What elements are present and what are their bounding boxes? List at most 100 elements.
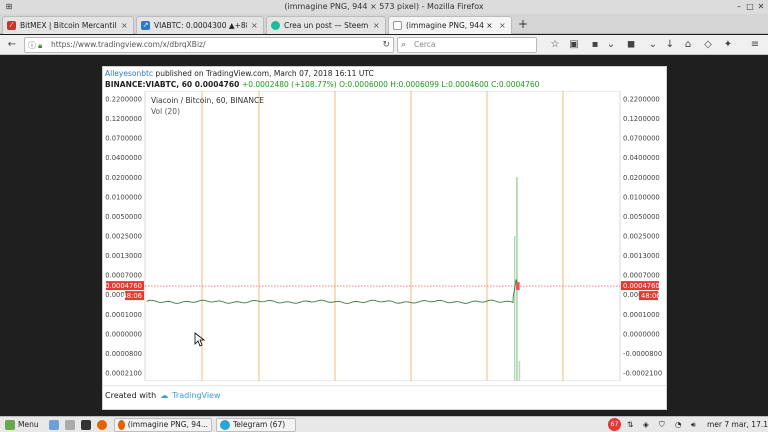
y-tick-label-left: 0.0100000 bbox=[105, 193, 142, 201]
y-tick-label-right: -0.0000800 bbox=[623, 350, 662, 358]
plot-area bbox=[144, 91, 621, 381]
y-tick-label-left: 0.2200000 bbox=[105, 96, 142, 104]
tab-label: Crea un post — Steemit bbox=[284, 21, 369, 30]
back-icon[interactable]: ← bbox=[5, 38, 19, 52]
extension-icon[interactable]: ✦ bbox=[721, 38, 735, 52]
taskbar-window-label: Telegram (67) bbox=[233, 420, 286, 429]
tradingview-icon: ↗ bbox=[141, 21, 150, 30]
home-icon[interactable]: ⌂ bbox=[681, 38, 695, 52]
close-window-icon[interactable]: ✕ bbox=[756, 2, 766, 12]
dropdown-icon[interactable]: ⌄ bbox=[604, 38, 618, 52]
tab-image[interactable]: (immagine PNG, 944 × 573 × bbox=[388, 16, 512, 34]
y-tick-label-left: 0.0001000 bbox=[105, 311, 142, 319]
tab-label: BitMEX | Bitcoin Mercantile bbox=[20, 21, 117, 30]
firefox-launcher-icon[interactable] bbox=[94, 418, 110, 432]
y-tick-label-right: 0.0700000 bbox=[623, 135, 660, 143]
symbol-line: BINANCE:VIABTC, 60 0.0004760 bbox=[105, 80, 242, 89]
clipboard-icon[interactable]: ▣ bbox=[567, 38, 581, 52]
telegram-icon bbox=[220, 420, 230, 430]
pocket-icon[interactable]: ◇ bbox=[701, 38, 715, 52]
image-icon bbox=[393, 21, 402, 30]
tab-bar: ⁄ BitMEX | Bitcoin Mercantile × ↗ VIABTC… bbox=[0, 14, 768, 34]
tab-label: (immagine PNG, 944 × 573 bbox=[406, 21, 495, 30]
lock-icon[interactable]: 🔒︎ bbox=[38, 39, 42, 53]
close-tab-icon[interactable]: × bbox=[121, 21, 129, 30]
bookmark-star-icon[interactable]: ☆ bbox=[548, 38, 562, 52]
y-tick-label-left: 0.0700000 bbox=[105, 135, 142, 143]
pdf-icon[interactable]: ◼ bbox=[624, 38, 638, 52]
chart-title: Viacoin / Bitcoin, 60, BINANCE bbox=[151, 96, 264, 105]
save-icon[interactable]: ▪ bbox=[588, 38, 602, 52]
security-icon[interactable]: ⛉ bbox=[656, 418, 668, 432]
minimize-icon[interactable]: – bbox=[734, 2, 744, 12]
y-tick-label-right: 0.0050000 bbox=[623, 213, 660, 221]
y-tick-label-right: 0.1200000 bbox=[623, 115, 660, 123]
wifi-icon[interactable]: ◔ bbox=[672, 418, 685, 432]
download-icon[interactable]: ↓ bbox=[663, 38, 677, 52]
y-tick-label-left: 0.0400000 bbox=[105, 154, 142, 162]
author-link[interactable]: Alleyesonbtc bbox=[105, 69, 153, 78]
countdown-label: 48:06 bbox=[122, 292, 142, 300]
created-with-label: Created with bbox=[105, 391, 157, 400]
network-icon[interactable]: ⇅ bbox=[624, 418, 636, 432]
info-icon[interactable]: ⓘ bbox=[28, 39, 36, 53]
start-menu-button[interactable]: Menu bbox=[2, 418, 42, 432]
search-placeholder: Cerca bbox=[414, 40, 436, 49]
volume-bar bbox=[518, 361, 521, 381]
y-tick-label-right: 0.0400000 bbox=[623, 154, 660, 162]
mint-logo-icon bbox=[5, 420, 15, 430]
menu-label: Menu bbox=[18, 420, 39, 429]
countdown-label: 48:06 bbox=[641, 292, 661, 300]
y-tick-label-right: -0.0002100 bbox=[623, 370, 662, 378]
tab-bitmex[interactable]: ⁄ BitMEX | Bitcoin Mercantile × bbox=[2, 16, 134, 34]
show-desktop-icon[interactable] bbox=[46, 418, 62, 432]
post-header: Alleyesonbtc published on TradingView.co… bbox=[105, 69, 374, 78]
volume-bar bbox=[516, 177, 518, 381]
reload-icon[interactable]: ↻ bbox=[382, 38, 390, 52]
close-tab-icon[interactable]: × bbox=[499, 21, 507, 30]
tab-viabtc[interactable]: ↗ VIABTC: 0.0004300 ▲+88.4 × bbox=[136, 16, 264, 34]
new-tab-button[interactable]: + bbox=[516, 17, 530, 31]
y-tick-label-right: 0.0001000 bbox=[623, 311, 660, 319]
volume-icon[interactable]: 🔊︎ bbox=[688, 418, 699, 432]
footer: Created with ☁ TradingView bbox=[105, 391, 221, 400]
taskbar-window-firefox[interactable]: (immagine PNG, 94... bbox=[114, 418, 212, 432]
dropdown-icon[interactable]: ⌄ bbox=[646, 38, 660, 52]
y-tick-label-right: 0.0100000 bbox=[623, 193, 660, 201]
notification-badge[interactable]: 67 bbox=[608, 418, 621, 431]
steemit-icon bbox=[271, 21, 280, 30]
window-menu-icon[interactable]: ⊞ bbox=[4, 2, 14, 12]
navigation-bar: ← ⓘ 🔒︎ https://www.tradingview.com/x/dbr… bbox=[0, 35, 768, 55]
search-input[interactable]: ⌕ Cerca bbox=[397, 37, 537, 53]
shield-icon[interactable]: ◈ bbox=[640, 418, 652, 432]
tradingview-brand[interactable]: TradingView bbox=[172, 391, 220, 400]
terminal-icon[interactable] bbox=[78, 418, 94, 432]
y-tick-label-left: -0.0000800 bbox=[105, 350, 142, 358]
last-price-label: 0.0004760 bbox=[623, 282, 660, 290]
y-tick-label-right: 0.0000000 bbox=[623, 330, 660, 338]
tab-steemit[interactable]: Crea un post — Steemit × bbox=[266, 16, 386, 34]
y-tick-label-left: 0.1200000 bbox=[105, 115, 142, 123]
window-titlebar: (immagine PNG, 944 × 573 pixel) - Mozill… bbox=[0, 0, 768, 14]
maximize-icon[interactable]: □ bbox=[745, 2, 755, 12]
y-tick-label-left: 0.0050000 bbox=[105, 213, 142, 221]
url-text: https://www.tradingview.com/x/dbrqXBiz/ bbox=[51, 40, 206, 49]
close-tab-icon[interactable]: × bbox=[373, 21, 381, 30]
y-tick-label-left: 0.0000000 bbox=[105, 330, 142, 338]
tradingview-logo-icon: ☁ bbox=[160, 391, 169, 400]
taskbar: Menu (immagine PNG, 94... Telegram (67) … bbox=[0, 416, 768, 432]
y-tick-label-right: 0.0025000 bbox=[623, 233, 660, 241]
bitmex-icon: ⁄ bbox=[7, 21, 16, 30]
y-tick-label-left: 0.0007000 bbox=[105, 272, 142, 280]
window-title: (immagine PNG, 944 × 573 pixel) - Mozill… bbox=[284, 2, 484, 11]
y-tick-label-left: -0.0002100 bbox=[105, 370, 142, 378]
taskbar-window-label: (immagine PNG, 94... bbox=[127, 420, 208, 429]
close-tab-icon[interactable]: × bbox=[251, 21, 259, 30]
url-bar[interactable]: ⓘ 🔒︎ https://www.tradingview.com/x/dbrqX… bbox=[24, 37, 394, 53]
menu-icon[interactable]: ≡ bbox=[748, 38, 762, 52]
y-tick-label-right: 0.0013000 bbox=[623, 252, 660, 260]
taskbar-window-telegram[interactable]: Telegram (67) bbox=[216, 418, 296, 432]
published-text: published on TradingView.com, March 07, … bbox=[153, 69, 374, 78]
file-manager-icon[interactable] bbox=[62, 418, 78, 432]
clock[interactable]: mer 7 mar, 17.15 bbox=[704, 418, 768, 432]
